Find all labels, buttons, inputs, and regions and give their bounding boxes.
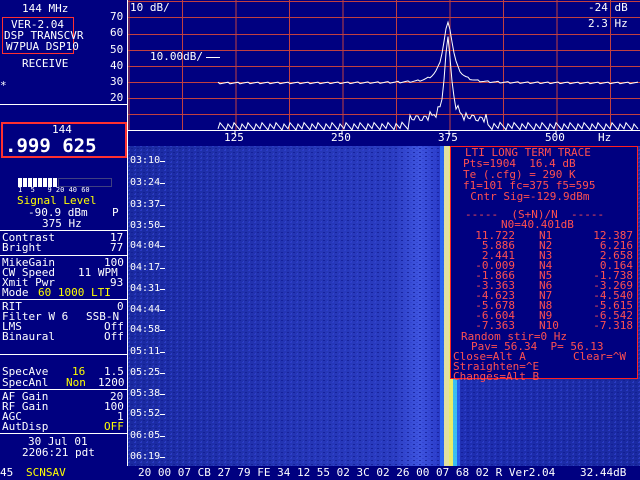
wf-time: 05:25: [130, 367, 161, 378]
y-tick: 50: [110, 43, 124, 56]
status-left-number: 45: [0, 466, 14, 479]
band-label: 144 MHz: [22, 2, 69, 15]
status-bar: 45 SCNSAV 20 00 07 CB 27 79 FE 34 12 55 …: [0, 466, 640, 480]
spectrum-plot[interactable]: [128, 0, 640, 146]
divider: [0, 433, 127, 434]
wf-time: 03:10: [130, 155, 161, 166]
mode-status: RECEIVE: [22, 57, 69, 70]
wf-time: 05:11: [130, 346, 161, 357]
wf-time-tick: [160, 268, 165, 269]
x-tick: 250: [331, 131, 351, 144]
status-scnsav: SCNSAV: [26, 466, 66, 479]
bright-label[interactable]: Bright: [2, 242, 42, 254]
wf-time: 05:52: [130, 408, 161, 419]
wf-time-tick: [160, 457, 165, 458]
autdisp-label[interactable]: AutDisp: [2, 421, 48, 433]
x-tick: 500: [545, 131, 565, 144]
y-tick: 30: [110, 75, 124, 88]
wf-time-tick: [160, 161, 165, 162]
wf-time-tick: [160, 246, 165, 247]
lti-line: Cntr Sig=-129.9dBm: [457, 190, 590, 203]
autdisp-value[interactable]: OFF: [104, 421, 124, 433]
wf-time: 03:37: [130, 199, 161, 210]
status-db: 32.44dB: [580, 466, 627, 479]
wf-time: 04:04: [130, 240, 161, 251]
time: 2206:21 pdt: [22, 446, 95, 459]
x-tick: 125: [224, 131, 244, 144]
lti-changes-hint[interactable]: Changes=Alt B: [453, 371, 539, 383]
version-box: VER-2.04 DSP TRANSCVR W7PUA DSP10: [2, 17, 83, 54]
spectrum-x-axis: 125 250 375 500 Hz: [128, 131, 640, 146]
mode-value[interactable]: 60 1000 LTI: [38, 287, 111, 299]
author-line: W7PUA DSP10: [6, 40, 79, 53]
lti-clear-hint[interactable]: Clear=^W: [573, 351, 626, 363]
y-tick: 20: [110, 91, 124, 104]
cursor-mark: *: [0, 79, 7, 92]
mode-label[interactable]: Mode: [2, 287, 29, 299]
wf-time-tick: [160, 414, 165, 415]
wf-time-tick: [160, 436, 165, 437]
specanl-v1[interactable]: Non: [66, 377, 86, 389]
wf-time: 06:19: [130, 451, 161, 462]
wf-time: 06:05: [130, 430, 161, 441]
wf-time-tick: [160, 330, 165, 331]
specanl-v2[interactable]: 1200: [98, 377, 125, 389]
binaural-value[interactable]: Off: [104, 331, 124, 343]
spectrum-resolution: 2.3 Hz: [588, 17, 628, 30]
y-tick: 60: [110, 26, 124, 39]
wf-time-tick: [160, 205, 165, 206]
wf-time-tick: [160, 310, 165, 311]
wf-time: 03:24: [130, 177, 161, 188]
specanl-label[interactable]: SpecAnl: [2, 377, 48, 389]
spectrum-scale-label: 10 dB/: [130, 1, 170, 14]
divider: [0, 354, 127, 355]
wf-time: 04:58: [130, 324, 161, 335]
signal-p: P: [112, 206, 119, 219]
wf-time: 04:17: [130, 262, 161, 273]
wf-time-tick: [160, 289, 165, 290]
lti-sn-right: -7.318: [593, 319, 633, 332]
x-unit: Hz: [598, 131, 612, 144]
spectrum-ref-label: 10.00dB/: [150, 50, 203, 63]
wf-time-tick: [160, 373, 165, 374]
wf-time-tick: [160, 352, 165, 353]
meter-scale: 1 5 9 20 40 60: [18, 186, 90, 194]
status-hex: 20 00 07 CB 27 79 FE 34 12 55 02 3C 02 2…: [138, 466, 556, 479]
signal-hz: 375 Hz: [42, 217, 82, 230]
spectrum-db-offset: -24 dB: [588, 1, 628, 14]
lti-trace-window[interactable]: LTI LONG TERM TRACE Pts=1904 16.4 dB Te …: [450, 146, 639, 383]
wf-time: 03:50: [130, 220, 161, 231]
spectrum-panel[interactable]: 10 dB/ -24 dB 2.3 Hz 10.00dB/: [128, 0, 640, 135]
spectrum-trace-average: [217, 20, 639, 85]
y-tick: 40: [110, 59, 124, 72]
bright-value[interactable]: 77: [110, 242, 123, 254]
wf-time-tick: [160, 183, 165, 184]
spectrum-y-axis: 70 60 50 40 30 20: [100, 0, 128, 131]
wf-time: 04:31: [130, 283, 161, 294]
wf-time-tick: [160, 394, 165, 395]
x-tick: 375: [438, 131, 458, 144]
wf-time: 04:44: [130, 304, 161, 315]
wf-time-tick: [160, 226, 165, 227]
xmit-pwr-value[interactable]: 93: [110, 277, 123, 289]
binaural-label[interactable]: Binaural: [2, 331, 55, 343]
y-tick: 70: [110, 10, 124, 23]
wf-time: 05:38: [130, 388, 161, 399]
lti-table: 11.722 N1 12.387 5.886 N2 6.216 2.441 N3 2.658 -0…: [451, 230, 639, 340]
frequency-value: .999 625: [5, 135, 97, 157]
